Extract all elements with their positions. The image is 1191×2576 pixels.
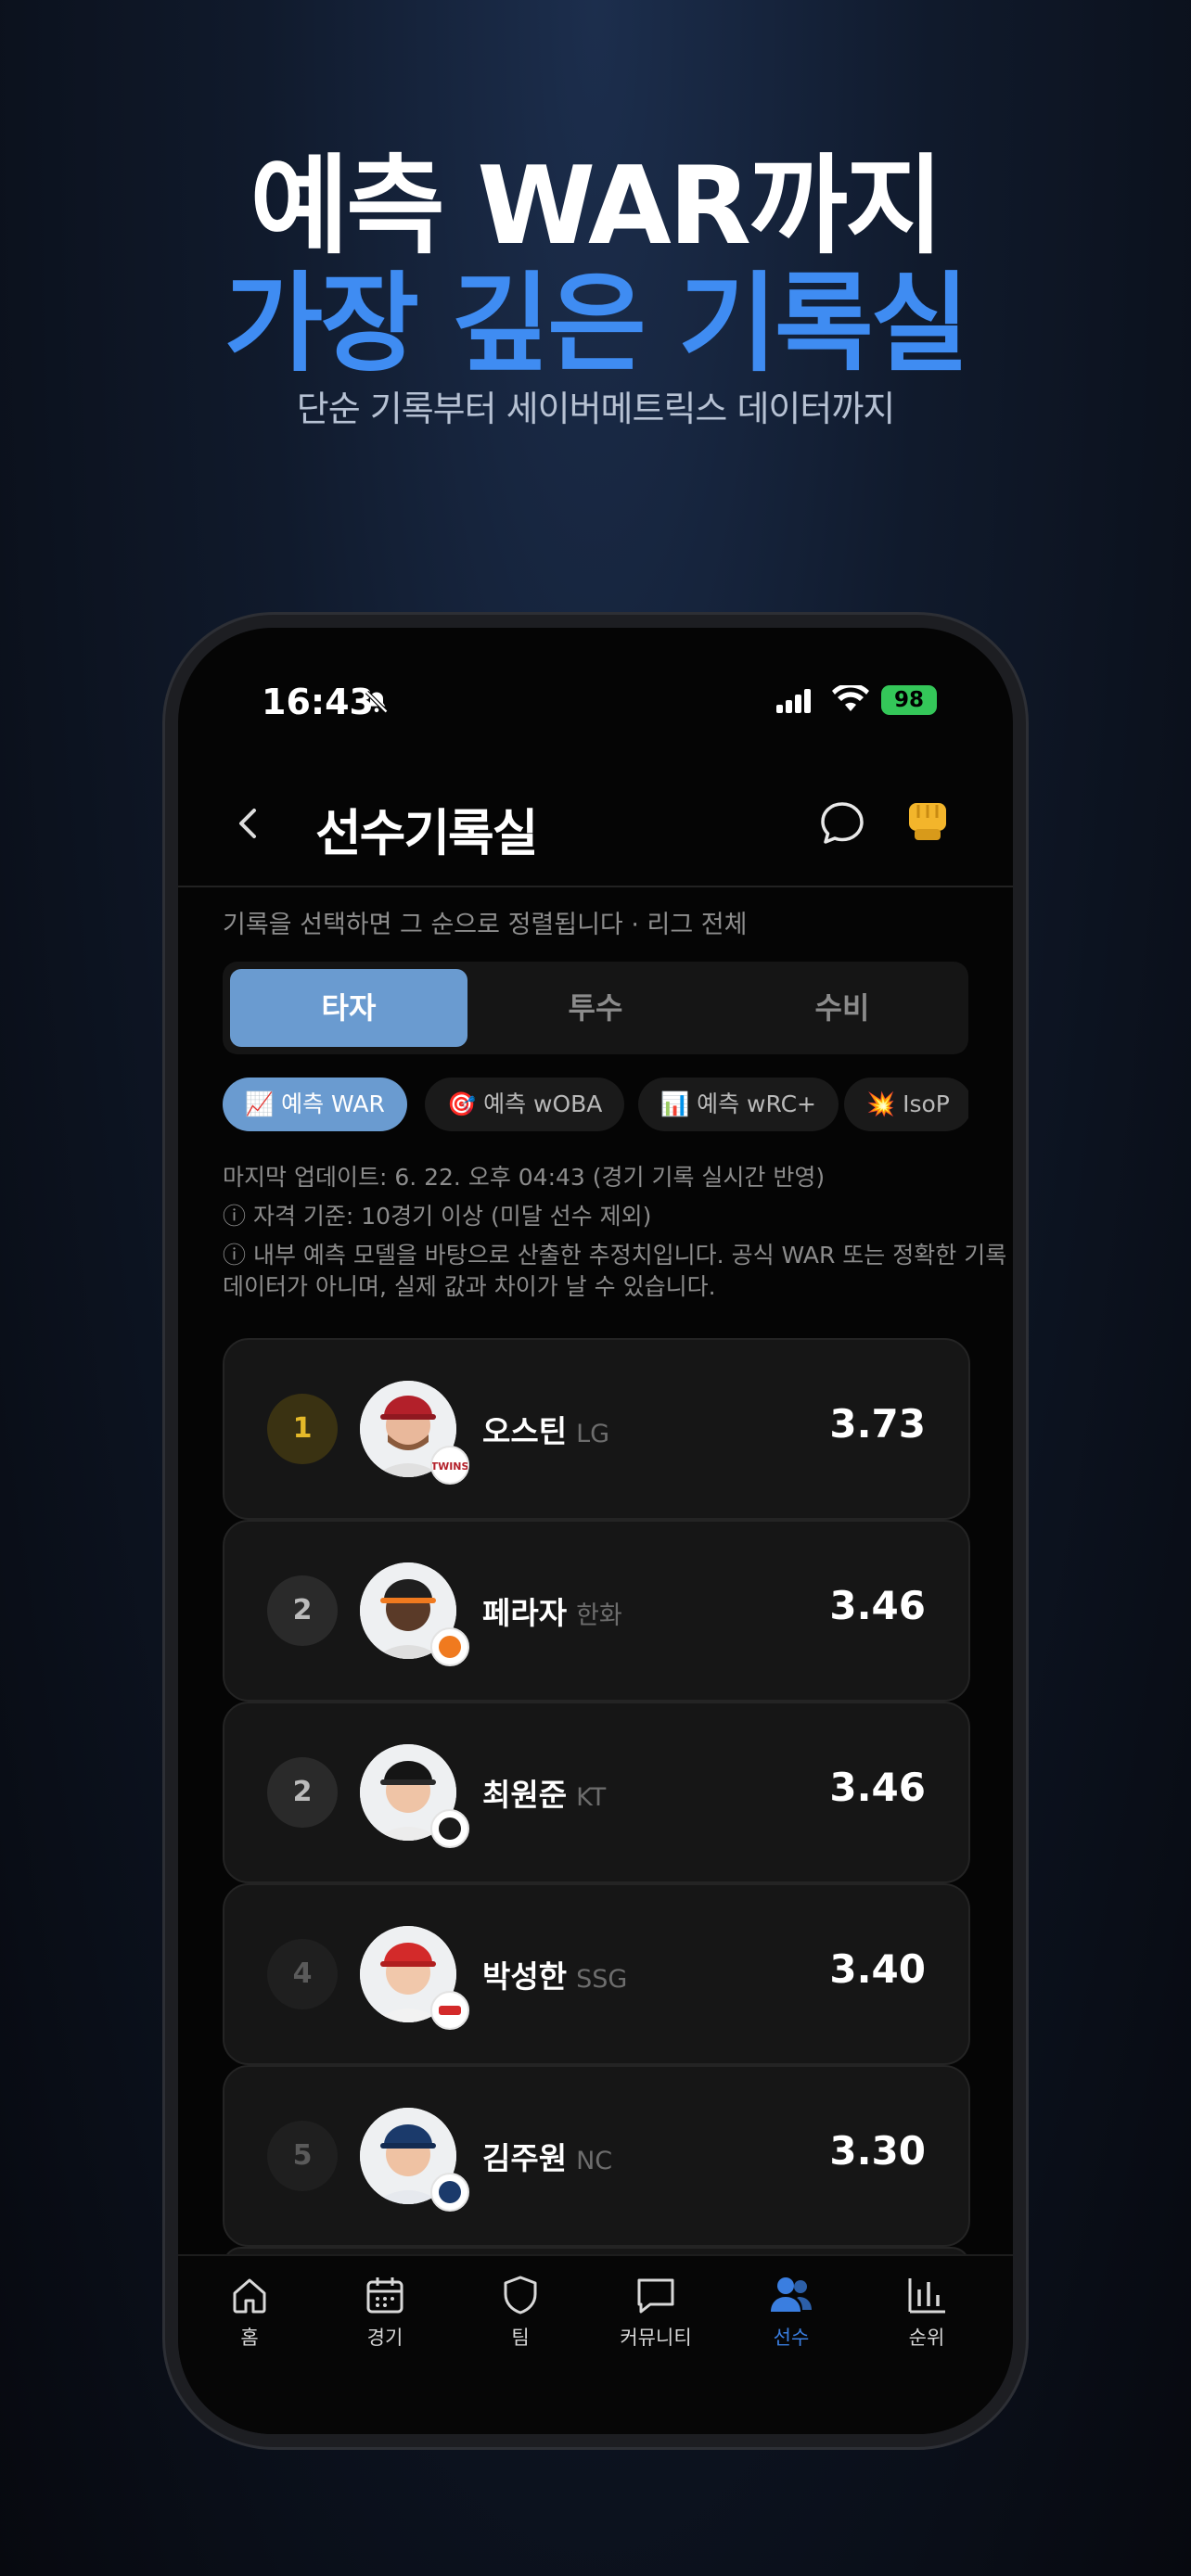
player-team: SSG bbox=[576, 1965, 628, 1994]
player-name-line: 오스틴 LG bbox=[482, 1407, 609, 1451]
player-war-value: 3.30 bbox=[829, 2128, 926, 2174]
nav-players[interactable]: 선수 bbox=[724, 2273, 859, 2351]
player-row[interactable]: 4 박성한 SSG 3.40 bbox=[223, 1883, 970, 2065]
disclaimer-line1: ⓘ 내부 예측 모델을 바탕으로 산출한 추정치입니다. 공식 WAR 또는 정… bbox=[223, 1242, 1007, 1269]
battery-indicator: 98 bbox=[881, 685, 937, 715]
nav-team[interactable]: 팀 bbox=[453, 2273, 588, 2351]
chat-icon[interactable] bbox=[818, 799, 866, 851]
app-header: 선수기록실 bbox=[178, 772, 1013, 874]
player-row[interactable]: 2 페라자 한화 3.46 bbox=[223, 1520, 970, 1702]
player-name-line: 페라자 한화 bbox=[482, 1588, 622, 1633]
status-bar: 16:43 98 bbox=[178, 669, 1013, 733]
rank-badge: 5 bbox=[267, 2121, 338, 2191]
nav-home[interactable]: 홈 bbox=[182, 2273, 317, 2351]
player-team: LG bbox=[576, 1420, 610, 1448]
nav-community[interactable]: 커뮤니티 bbox=[588, 2273, 724, 2351]
player-row[interactable]: 2 최원준 KT 3.46 bbox=[223, 1702, 970, 1883]
player-name: 페라자 bbox=[482, 1595, 568, 1631]
disclaimer-line2: 데이터가 아니며, 실제 값과 차이가 날 수 있습니다. bbox=[223, 1273, 716, 1300]
player-name: 김주원 bbox=[482, 2140, 568, 2176]
chip-isop[interactable]: 💥 IsoP bbox=[844, 1078, 968, 1131]
player-name: 박성한 bbox=[482, 1958, 568, 1995]
tab-fielding[interactable]: 수비 bbox=[724, 969, 961, 1047]
team-logo-icon bbox=[430, 1809, 469, 1848]
player-name: 최원준 bbox=[482, 1777, 568, 1813]
users-icon bbox=[771, 2277, 812, 2312]
fist-icon[interactable] bbox=[902, 797, 954, 855]
last-update-text: 마지막 업데이트: 6. 22. 오후 04:43 (경기 기록 실시간 반영) bbox=[223, 1164, 826, 1191]
bell-muted-icon bbox=[364, 689, 390, 719]
page-title: 선수기록실 bbox=[315, 804, 538, 862]
player-war-value: 3.73 bbox=[829, 1401, 926, 1447]
player-name-line: 최원준 KT bbox=[482, 1770, 606, 1815]
player-war-value: 3.40 bbox=[829, 1946, 926, 1992]
nav-games[interactable]: 경기 bbox=[317, 2273, 453, 2351]
player-name-line: 박성한 SSG bbox=[482, 1952, 627, 1996]
chip-predicted-war[interactable]: 📈 예측 WAR bbox=[223, 1078, 407, 1131]
back-icon[interactable] bbox=[234, 805, 262, 846]
player-team: NC bbox=[576, 2147, 613, 2175]
status-time: 16:43 bbox=[262, 682, 374, 722]
nav-label: 팀 bbox=[511, 2327, 530, 2349]
qualification-text: ⓘ 자격 기준: 10경기 이상 (미달 선수 제외) bbox=[223, 1203, 652, 1230]
player-name: 오스틴 bbox=[482, 1413, 568, 1449]
bottom-tab-bar: 홈 경기 팀 커뮤니티 선수 순위 bbox=[178, 2254, 1013, 2434]
promo-title-line2: 가장 깊은 기록실 bbox=[224, 261, 970, 387]
player-row[interactable]: 1 TWINS 오스틴 LG 3.73 bbox=[223, 1338, 970, 1520]
home-icon bbox=[233, 2278, 266, 2314]
team-logo-icon bbox=[430, 2173, 469, 2212]
wifi-icon bbox=[832, 682, 869, 719]
player-war-value: 3.46 bbox=[829, 1583, 926, 1628]
nav-label: 순위 bbox=[908, 2327, 945, 2349]
nav-standings[interactable]: 순위 bbox=[859, 2273, 994, 2351]
svg-text:TWINS: TWINS bbox=[432, 1460, 467, 1473]
tab-pitcher[interactable]: 투수 bbox=[477, 969, 714, 1047]
calendar-icon bbox=[366, 2277, 403, 2314]
phone-screen: 16:43 98 선수기록실 기록을 선택하면 그 순으로 정렬됩니다 · 리그… bbox=[178, 628, 1013, 2434]
promo-subtitle: 단순 기록부터 세이버메트릭스 데이터까지 bbox=[296, 389, 896, 429]
nav-label: 경기 bbox=[366, 2327, 403, 2349]
team-logo-icon: TWINS bbox=[430, 1446, 469, 1485]
player-name-line: 김주원 NC bbox=[482, 2134, 612, 2178]
rank-badge: 4 bbox=[267, 1939, 338, 2009]
player-team: KT bbox=[576, 1783, 607, 1812]
tab-batter[interactable]: 타자 bbox=[230, 969, 467, 1047]
sort-hint: 기록을 선택하면 그 순으로 정렬됩니다 · 리그 전체 bbox=[223, 911, 748, 939]
rank-badge: 1 bbox=[267, 1394, 338, 1464]
team-logo-icon bbox=[430, 1627, 469, 1666]
player-row[interactable]: 5 김주원 NC 3.30 bbox=[223, 2065, 970, 2247]
rank-badge: 2 bbox=[267, 1575, 338, 1646]
chip-predicted-woba[interactable]: 🎯 예측 wOBA bbox=[425, 1078, 625, 1131]
category-segmented-control: 타자 투수 수비 bbox=[223, 962, 968, 1054]
chip-predicted-wrc-plus[interactable]: 📊 예측 wRC+ bbox=[638, 1078, 839, 1131]
chat-icon bbox=[637, 2278, 674, 2314]
rank-badge: 2 bbox=[267, 1757, 338, 1828]
nav-label: 커뮤니티 bbox=[620, 2327, 692, 2349]
signal-icon bbox=[776, 689, 813, 717]
team-logo-icon bbox=[430, 1991, 469, 2030]
chart-icon bbox=[908, 2278, 945, 2314]
header-divider bbox=[178, 886, 1013, 887]
stat-chip-row: 📈 예측 WAR 🎯 예측 wOBA 📊 예측 wRC+ 💥 IsoP bbox=[223, 1078, 968, 1133]
nav-label: 선수 bbox=[773, 2327, 810, 2349]
player-war-value: 3.46 bbox=[829, 1765, 926, 1810]
nav-label: 홈 bbox=[240, 2327, 259, 2349]
player-team: 한화 bbox=[576, 1601, 622, 1630]
shield-icon bbox=[504, 2276, 537, 2315]
